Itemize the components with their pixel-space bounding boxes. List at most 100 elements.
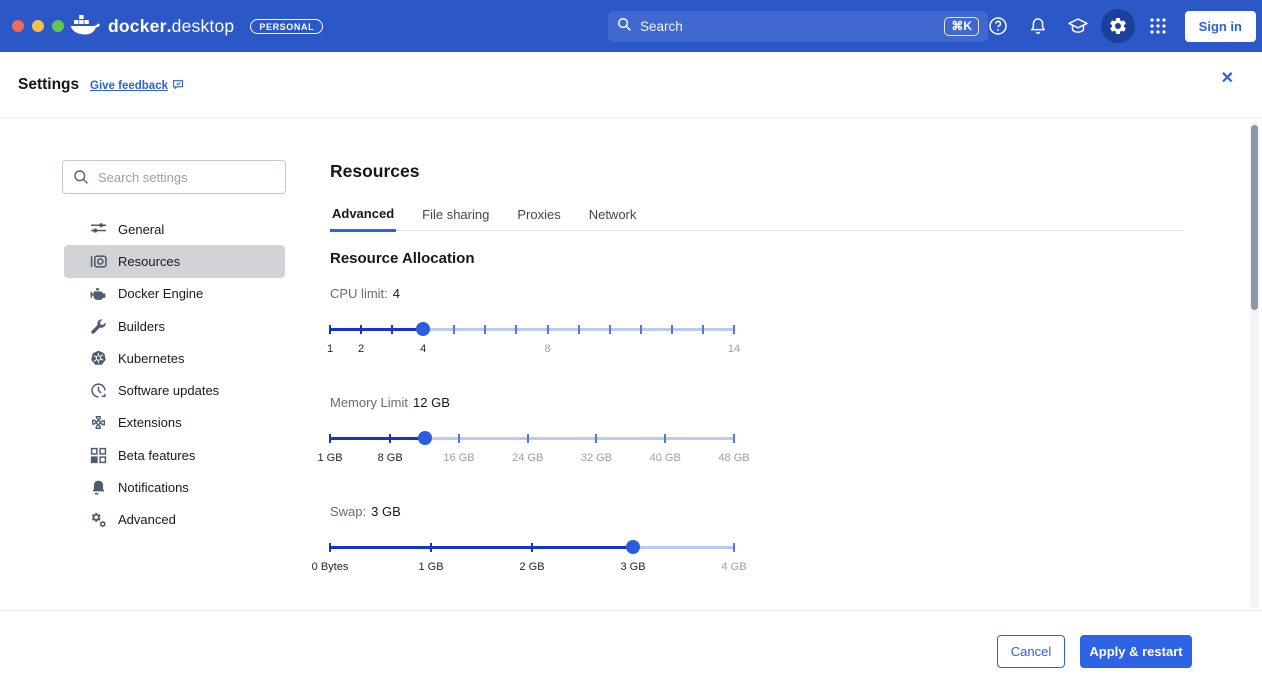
tab-network[interactable]: Network: [587, 206, 639, 230]
sidebar-item-label: Software updates: [118, 383, 219, 398]
sidebar-item-kubernetes[interactable]: Kubernetes: [64, 342, 285, 374]
swap-tick-label: 0 Bytes: [312, 561, 349, 573]
cpu-limit-tick: [578, 325, 580, 334]
cancel-button[interactable]: Cancel: [997, 635, 1065, 668]
sidebar-item-label: Notifications: [118, 480, 189, 495]
cpu-limit-tick: [609, 325, 611, 334]
close-settings-button[interactable]: ✕: [1221, 71, 1234, 87]
swap-label: Swap:3 GB: [330, 504, 401, 519]
titlebar: docker.desktop PERSONAL ⌘K Sign in: [0, 0, 1262, 52]
beta-grid-icon: [90, 447, 107, 464]
cpu-limit-tick-label: 2: [358, 343, 364, 355]
personal-plan-badge: PERSONAL: [250, 19, 323, 34]
settings-header: [0, 52, 1262, 118]
cpu-limit-tick: [329, 325, 331, 334]
memory-limit-label: Memory Limit12 GB: [330, 395, 450, 410]
swap-tick-label: 3 GB: [620, 561, 645, 573]
scrollbar-thumb[interactable]: [1251, 125, 1258, 310]
sidebar-item-software-updates[interactable]: Software updates: [64, 374, 285, 406]
swap-slider-block: Swap:3 GB0 Bytes1 GB2 GB3 GB4 GB: [330, 504, 734, 584]
cpu-limit-tick: [733, 325, 735, 334]
memory-limit-tick-label: 16 GB: [443, 452, 474, 464]
wrench-icon: [90, 318, 107, 335]
swap-tick: [430, 543, 432, 552]
apps-grid-icon: [1149, 17, 1167, 35]
settings-search-input[interactable]: [98, 170, 275, 185]
tab-proxies[interactable]: Proxies: [515, 206, 562, 230]
apps-grid-button[interactable]: [1141, 9, 1175, 43]
learning-center-icon: [1067, 16, 1089, 36]
memory-limit-slider-thumb[interactable]: [418, 431, 432, 445]
sidebar-item-notifications[interactable]: Notifications: [64, 471, 285, 503]
memory-limit-tick-label: 32 GB: [581, 452, 612, 464]
learning-center-button[interactable]: [1061, 9, 1095, 43]
docker-desktop-window: docker.desktop PERSONAL ⌘K Sign in Setti…: [0, 0, 1262, 679]
cpu-limit-tick-label: 1: [327, 343, 333, 355]
swap-tick: [531, 543, 533, 552]
memory-limit-tick: [733, 434, 735, 443]
sidebar-item-advanced[interactable]: Advanced: [64, 504, 285, 536]
memory-limit-slider-fill: [330, 437, 425, 440]
give-feedback-link[interactable]: Give feedback: [90, 78, 184, 93]
puzzle-icon: [90, 414, 107, 431]
cpu-limit-slider-thumb[interactable]: [416, 322, 430, 336]
cpu-limit-tick-label: 8: [544, 343, 550, 355]
cpu-limit-tick: [360, 325, 362, 334]
apply-restart-button[interactable]: Apply & restart: [1080, 635, 1192, 668]
memory-limit-tick: [527, 434, 529, 443]
search-icon: [617, 17, 632, 37]
settings-search-box[interactable]: [62, 160, 286, 194]
sidebar-item-general[interactable]: General: [64, 213, 285, 245]
sign-in-button[interactable]: Sign in: [1185, 11, 1256, 42]
sidebar-item-label: General: [118, 222, 164, 237]
cpu-limit-tick: [547, 325, 549, 334]
cpu-limit-tick: [484, 325, 486, 334]
cpu-limit-tick: [453, 325, 455, 334]
global-search-bar[interactable]: ⌘K: [608, 11, 988, 42]
sidebar-item-resources[interactable]: Resources: [64, 245, 285, 277]
swap-slider-thumb[interactable]: [626, 540, 640, 554]
titlebar-actions: Sign in: [981, 0, 1256, 52]
maximize-window-button[interactable]: [52, 20, 64, 32]
tab-file-sharing[interactable]: File sharing: [420, 206, 491, 230]
sidebar-item-label: Advanced: [118, 512, 176, 527]
sidebar-item-docker-engine[interactable]: Docker Engine: [64, 278, 285, 310]
close-window-button[interactable]: [12, 20, 24, 32]
memory-limit-tick-label: 24 GB: [512, 452, 543, 464]
settings-gear-button[interactable]: [1101, 9, 1135, 43]
search-input[interactable]: [640, 19, 936, 34]
update-clock-icon: [90, 382, 107, 399]
swap-tick: [733, 543, 735, 552]
sidebar-item-label: Beta features: [118, 448, 195, 463]
tab-advanced[interactable]: Advanced: [330, 206, 396, 232]
cpu-limit-tick: [671, 325, 673, 334]
swap-value: 3 GB: [371, 504, 401, 519]
kubernetes-icon: [90, 350, 107, 367]
macos-traffic-lights: [12, 20, 64, 32]
docker-whale-icon: [70, 13, 100, 40]
sidebar-item-extensions[interactable]: Extensions: [64, 407, 285, 439]
brand-wordmark: docker.desktop: [108, 16, 234, 37]
memory-limit-slider-block: Memory Limit12 GB1 GB8 GB16 GB24 GB32 GB…: [330, 395, 734, 475]
search-icon: [73, 169, 89, 185]
memory-limit-tick-label: 8 GB: [378, 452, 403, 464]
swap-tick-label: 2 GB: [519, 561, 544, 573]
section-heading-resources: Resources: [330, 161, 420, 182]
swap-slider-fill: [330, 546, 633, 549]
memory-limit-tick: [595, 434, 597, 443]
sidebar-item-label: Kubernetes: [118, 351, 185, 366]
sidebar-item-label: Builders: [118, 319, 165, 334]
settings-sidebar: General ResourcesDocker Engine Builders Kub…: [64, 213, 285, 536]
sidebar-item-beta-features[interactable]: Beta features: [64, 439, 285, 471]
engine-icon: [90, 285, 107, 302]
sidebar-item-builders[interactable]: Builders: [64, 310, 285, 342]
help-button[interactable]: [981, 9, 1015, 43]
cpu-limit-tick-label: 4: [420, 343, 426, 355]
notifications-button[interactable]: [1021, 9, 1055, 43]
cpu-limit-tick: [702, 325, 704, 334]
resource-allocation-heading: Resource Allocation: [330, 250, 474, 267]
cpu-limit-label: CPU limit:4: [330, 286, 400, 301]
minimize-window-button[interactable]: [32, 20, 44, 32]
tune-sliders-icon: [90, 221, 107, 238]
memory-limit-tick: [664, 434, 666, 443]
